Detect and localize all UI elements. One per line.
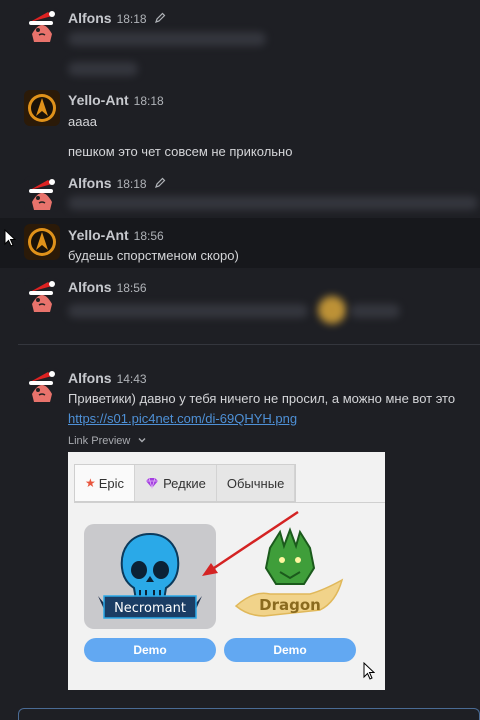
edited-pencil-icon: [155, 177, 166, 188]
blurred-text: [68, 196, 478, 210]
message-alfons-1: Alfons 18:18: [0, 0, 480, 80]
message-composer[interactable]: [18, 708, 480, 720]
author-name[interactable]: Alfons 14:43: [68, 370, 147, 386]
avatar-alfons[interactable]: [24, 278, 60, 314]
timestamp: 18:56: [116, 281, 147, 295]
dragon-demo-button: Demo: [224, 638, 356, 662]
timestamp: 18:18: [116, 177, 147, 191]
author-label[interactable]: Alfons: [68, 10, 112, 26]
author-name[interactable]: Yello-Ant 18:56: [68, 227, 164, 243]
timestamp: 18:18: [133, 94, 164, 108]
image-link[interactable]: https://s01.pic4net.com/di-69QHYH.png: [68, 411, 297, 426]
avatar-alfons[interactable]: [24, 8, 60, 44]
blurred-text: [68, 304, 308, 318]
author-label[interactable]: Alfons: [68, 279, 112, 295]
message-alfons-3: Alfons 18:56: [0, 270, 480, 330]
message-text: будешь спорстменом скоро): [68, 248, 239, 263]
gem-icon: [146, 477, 159, 489]
message-yello-ant-2: Yello-Ant 18:56 будешь спорстменом скоро): [0, 218, 480, 268]
tab-common: Обычные: [217, 465, 296, 501]
timestamp: 14:43: [116, 372, 147, 386]
necromant-card-label: Necromant: [114, 601, 186, 616]
timestamp: 18:56: [133, 229, 164, 243]
author-label[interactable]: Alfons: [68, 370, 112, 386]
link-preview-image[interactable]: ★ Epic Редкие Обычные Necromant Dragon D…: [68, 452, 385, 690]
author-name[interactable]: Alfons 18:18: [68, 10, 166, 26]
blurred-text: [68, 32, 266, 46]
edited-pencil-icon: [155, 12, 166, 23]
tab-label: Редкие: [163, 475, 206, 491]
tab-epic: ★ Epic: [75, 465, 136, 501]
author-name[interactable]: Yello-Ant 18:18: [68, 92, 164, 108]
preview-tabs: ★ Epic Редкие Обычные: [74, 464, 297, 502]
avatar-yello-ant[interactable]: [24, 90, 60, 126]
link-preview-label[interactable]: Link Preview: [68, 435, 130, 447]
blurred-text: [68, 62, 138, 76]
author-label[interactable]: Alfons: [68, 175, 112, 191]
link-preview-toggle[interactable]: Link Preview: [68, 435, 147, 447]
timestamp: 18:18: [116, 12, 147, 26]
mouse-cursor-icon: [4, 229, 16, 247]
tabbar-divider: [74, 502, 385, 503]
red-arrow-annotation: [202, 510, 299, 576]
avatar-alfons[interactable]: [24, 368, 60, 404]
date-divider: [18, 344, 480, 345]
message-text: пешком это чет совсем не прикольно: [68, 144, 293, 159]
tab-rare: Редкие: [135, 465, 217, 501]
message-text: Приветики) давно у тебя ничего не просил…: [68, 391, 456, 406]
author-name[interactable]: Alfons 18:56: [68, 279, 147, 295]
tab-label: Обычные: [226, 475, 285, 491]
avatar-alfons[interactable]: [24, 176, 60, 212]
necromant-card: Necromant: [84, 524, 216, 629]
chevron-down-icon[interactable]: [137, 435, 147, 445]
skull-logo-icon: Necromant: [98, 532, 202, 619]
necromant-demo-button: Demo: [84, 638, 216, 662]
blurred-emoji-icon: [318, 296, 346, 324]
star-icon: ★: [85, 476, 96, 490]
tab-label: Epic: [98, 475, 125, 491]
mouse-cursor-icon: [363, 662, 375, 680]
blurred-text: [350, 304, 400, 318]
author-name[interactable]: Alfons 18:18: [68, 175, 166, 191]
message-alfons-2: Alfons 18:18: [0, 168, 480, 218]
avatar-yello-ant[interactable]: [24, 224, 60, 260]
message-yello-ant-1: Yello-Ant 18:18 аааа пешком это чет совсе…: [0, 88, 480, 168]
author-label[interactable]: Yello-Ant: [68, 227, 129, 243]
message-text: аааа: [68, 114, 97, 129]
author-label[interactable]: Yello-Ant: [68, 92, 129, 108]
dragon-card-label: Dragon: [259, 596, 321, 614]
